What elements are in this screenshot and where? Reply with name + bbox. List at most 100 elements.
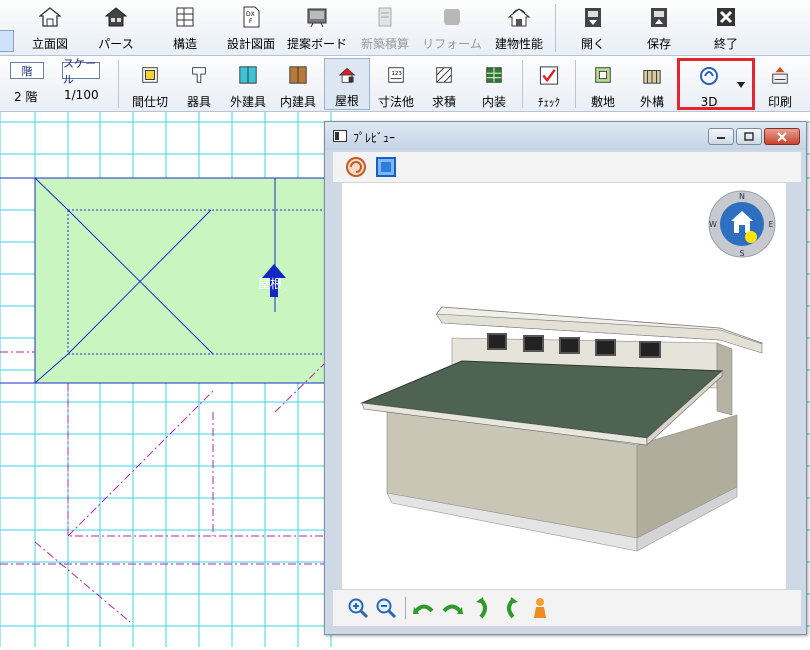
print-icon xyxy=(772,66,788,84)
structure-icon xyxy=(176,7,194,27)
save-label: 保存 xyxy=(646,37,671,51)
compass-south: S xyxy=(739,249,744,258)
3d-view[interactable]: N E S W xyxy=(341,182,787,590)
open-button[interactable]: 開く xyxy=(573,0,613,56)
boundary-lines xyxy=(0,351,335,623)
print-label: 印刷 xyxy=(767,95,792,109)
toolbar-partial-button[interactable] xyxy=(0,30,14,52)
exterior-fitting-button[interactable]: 外建具 xyxy=(226,58,270,110)
dimension-label: 寸法他 xyxy=(377,95,414,109)
check-icon xyxy=(539,66,559,85)
fixture-icon xyxy=(192,67,206,83)
minimize-button[interactable] xyxy=(708,128,734,145)
toolbar-separator xyxy=(555,4,556,52)
floor-button[interactable]: 階 xyxy=(10,62,44,79)
compass-west: W xyxy=(709,220,717,229)
svg-text:DX: DX xyxy=(246,11,255,18)
window-app-icon xyxy=(333,130,347,142)
maximize-icon xyxy=(744,132,754,141)
scale-value: 1/100 xyxy=(64,88,99,102)
interior-button[interactable]: 内装 xyxy=(472,58,516,110)
interior-icon xyxy=(486,67,502,83)
exit-icon xyxy=(717,8,735,26)
rotate-view-icon[interactable] xyxy=(345,156,367,178)
floor-value: 2 階 xyxy=(14,90,38,104)
open-icon xyxy=(585,8,601,27)
save-button[interactable]: 保存 xyxy=(639,0,679,56)
check-button[interactable]: ﾁｪｯｸ xyxy=(530,58,568,110)
minimize-icon xyxy=(717,136,725,139)
partition-button[interactable]: 間仕切 xyxy=(128,58,172,110)
site-label: 敷地 xyxy=(590,95,615,109)
zoom-in-icon[interactable] xyxy=(347,597,369,619)
preview-toolbar xyxy=(333,152,801,182)
structure-button[interactable]: 構造 xyxy=(165,0,205,56)
area-calc-button[interactable]: 求積 xyxy=(424,58,464,110)
toolbar-separator xyxy=(118,60,119,108)
scale-button[interactable]: スケール xyxy=(62,57,100,86)
building-performance-label: 建物性能 xyxy=(494,37,543,51)
estimate-label: 新築積算 xyxy=(360,37,409,51)
dimension-button[interactable]: 123 寸法他 xyxy=(374,58,418,110)
close-icon xyxy=(777,131,787,142)
walkthrough-person-icon[interactable] xyxy=(529,597,551,619)
design-drawing-label: 設計図面 xyxy=(226,37,275,51)
perspective-button[interactable]: パース xyxy=(96,0,136,56)
interior-fitting-button[interactable]: 内建具 xyxy=(276,58,320,110)
proposal-board-icon xyxy=(307,8,327,28)
preview-bottom-toolbar xyxy=(333,590,801,626)
exit-button[interactable]: 終了 xyxy=(706,0,746,56)
estimate-icon xyxy=(378,7,392,27)
roof-label: 屋根 xyxy=(334,94,359,108)
site-button[interactable]: 敷地 xyxy=(584,58,622,110)
zoom-out-icon[interactable] xyxy=(375,597,397,619)
compass-east: E xyxy=(768,220,773,229)
print-button[interactable]: 印刷 xyxy=(760,58,800,110)
roof-area xyxy=(35,178,335,383)
exterior-works-button[interactable]: 外構 xyxy=(632,58,672,110)
design-drawing-button[interactable]: DX F 設計図面 xyxy=(226,0,276,56)
preview-title: ﾌﾟﾚﾋﾞｭｰ xyxy=(353,131,396,145)
compass-north: N xyxy=(739,192,745,201)
maximize-button[interactable] xyxy=(736,128,762,145)
partition-label: 間仕切 xyxy=(131,95,168,109)
fixture-button[interactable]: 器具 xyxy=(180,58,218,110)
3d-highlight-box xyxy=(677,58,755,110)
elevation-button[interactable]: 立面図 xyxy=(30,0,70,56)
reform-button[interactable]: リフォーム xyxy=(422,0,482,56)
building-performance-icon xyxy=(508,8,530,27)
interior-label: 内装 xyxy=(481,95,506,109)
open-label: 開く xyxy=(580,37,605,51)
elevation-icon xyxy=(39,7,61,27)
svg-text:123: 123 xyxy=(391,71,402,77)
interior-fitting-icon xyxy=(289,66,307,84)
main-toolbar: 立面図 パース 構造 DX F 設計図面 提案ボード 新築積算 リフォーム 建物… xyxy=(0,0,810,56)
compass-navigator[interactable]: N E S W xyxy=(707,189,777,259)
fixture-label: 器具 xyxy=(186,95,211,109)
estimate-button[interactable]: 新築積算 xyxy=(360,0,410,56)
close-button[interactable] xyxy=(764,128,800,145)
edit-toolbar: 階 スケール 2 階 1/100 間仕切 器具 外建具 内建具 屋根 123 寸… xyxy=(0,56,810,112)
toolbar-separator xyxy=(575,60,576,108)
exterior-fitting-icon xyxy=(239,66,257,84)
proposal-board-button[interactable]: 提案ボード xyxy=(287,0,347,56)
preview-window: ﾌﾟﾚﾋﾞｭｰ N E S W xyxy=(324,121,807,635)
tilt-down-icon[interactable] xyxy=(499,597,521,619)
area-calc-icon xyxy=(436,67,452,83)
tilt-up-icon[interactable] xyxy=(473,597,495,619)
area-calc-label: 求積 xyxy=(431,95,456,109)
building-performance-button[interactable]: 建物性能 xyxy=(494,0,544,56)
save-icon xyxy=(651,8,667,27)
fit-view-icon[interactable] xyxy=(375,156,397,178)
dxf-drawing-icon: DX F xyxy=(243,6,260,28)
preview-titlebar[interactable]: ﾌﾟﾚﾋﾞｭｰ xyxy=(325,122,806,150)
reform-icon xyxy=(444,9,460,25)
rotate-left-icon[interactable] xyxy=(413,597,435,619)
site-icon xyxy=(595,67,611,83)
dimension-icon: 123 xyxy=(388,67,404,83)
exterior-fitting-label: 外建具 xyxy=(229,95,266,109)
roof-canvas-label: 屋根 xyxy=(258,277,282,291)
roof-button[interactable]: 屋根 xyxy=(324,58,370,110)
reform-label: リフォーム xyxy=(422,37,482,51)
rotate-right-icon[interactable] xyxy=(441,597,463,619)
